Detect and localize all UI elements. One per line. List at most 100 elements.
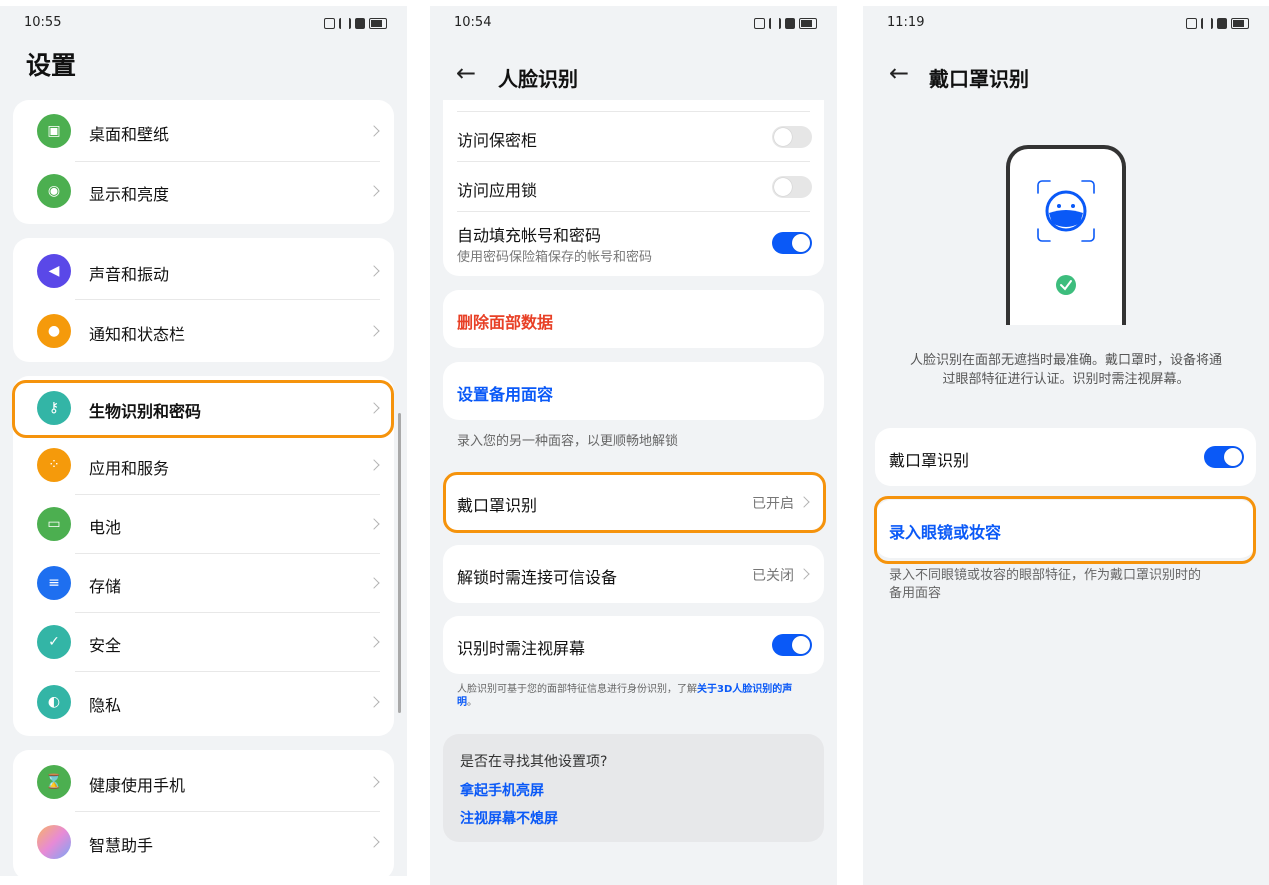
- mask-description: 人脸识别在面部无遮挡时最准确。戴口罩时，设备将通 过眼部特征进行认证。识别时需注…: [883, 351, 1249, 389]
- status-icons: [754, 18, 817, 29]
- status-time: 10:55: [24, 15, 62, 30]
- settings-item-display[interactable]: ◉ 显示和亮度: [13, 162, 394, 224]
- settings-item-digital-balance[interactable]: ⌛ 健康使用手机: [13, 750, 394, 812]
- settings-item-label: 健康使用手机: [89, 776, 186, 795]
- gaze-required-row[interactable]: 识别时需注视屏幕: [443, 616, 824, 674]
- highlight-mask-recognition: [443, 472, 826, 533]
- settings-item-sound[interactable]: ◀ 声音和振动: [13, 238, 394, 300]
- trusted-device-value: 已关闭: [752, 568, 794, 584]
- chevron-right-icon: [368, 518, 380, 530]
- settings-item-label: 智慧助手: [89, 836, 154, 855]
- nfc-icon: [754, 18, 765, 29]
- storage-icon: ≡: [37, 566, 71, 600]
- chevron-right-icon: [368, 265, 380, 277]
- settings-item-label: 通知和状态栏: [89, 325, 186, 344]
- chevron-right-icon: [368, 696, 380, 708]
- battery-icon: ▭: [37, 507, 71, 541]
- chevron-right-icon: [368, 459, 380, 471]
- settings-item-label: 应用和服务: [89, 459, 170, 478]
- set-backup-face-button[interactable]: 设置备用面容: [457, 381, 553, 405]
- applock-access-row[interactable]: 访问应用锁: [443, 162, 824, 212]
- chevron-right-icon: [368, 636, 380, 648]
- enroll-note-line: 备用面容: [889, 586, 942, 601]
- settings-item-label: 隐私: [89, 696, 122, 715]
- backup-face-card[interactable]: 设置备用面容: [443, 362, 824, 420]
- phone-illustration: [1006, 145, 1126, 325]
- chevron-right-icon: [368, 125, 380, 137]
- settings-item-label: 电池: [89, 518, 122, 537]
- status-bar: 10:55: [24, 15, 387, 35]
- settings-group-4: ⌛ 健康使用手机 智慧助手: [13, 750, 394, 876]
- apps-icon: ⁘: [37, 448, 71, 482]
- vault-access-label: 访问保密柜: [457, 131, 538, 150]
- page-title: 设置: [26, 51, 77, 80]
- mask-description-line: 人脸识别在面部无遮挡时最准确。戴口罩时，设备将通: [909, 353, 1222, 368]
- settings-item-battery[interactable]: ▭ 电池: [13, 495, 394, 554]
- shield-icon: ✓: [37, 625, 71, 659]
- assistant-icon: [37, 825, 71, 859]
- raise-to-wake-link[interactable]: 拿起手机亮屏: [460, 780, 544, 800]
- settings-group-2: ◀ 声音和振动 ● 通知和状态栏: [13, 238, 394, 362]
- back-arrow-icon[interactable]: ←: [456, 61, 476, 85]
- highlight-enroll-glasses: [874, 496, 1256, 564]
- vault-access-row[interactable]: 访问保密柜: [443, 112, 824, 162]
- highlight-biometrics: [12, 380, 394, 438]
- mask-description-line: 过眼部特征进行认证。识别时需注视屏幕。: [942, 372, 1190, 387]
- settings-item-security[interactable]: ✓ 安全: [13, 613, 394, 672]
- settings-item-wallpaper[interactable]: ▣ 桌面和壁纸: [13, 100, 394, 162]
- suggestions-card: 是否在寻找其他设置项? 拿起手机亮屏 注视屏幕不熄屏: [443, 734, 824, 842]
- face-recognition-screen: 10:54 ← 人脸识别 访问保密柜 访问应用锁 自动填充帐号和密码 使用密码保…: [430, 6, 837, 885]
- hint-end: 。: [467, 697, 477, 708]
- bell-icon: ●: [37, 314, 71, 348]
- vibrate-icon: [769, 18, 781, 29]
- battery-status-icon: [799, 18, 817, 29]
- sim-icon: [1217, 18, 1227, 29]
- settings-item-notifications[interactable]: ● 通知和状态栏: [13, 300, 394, 362]
- autofill-sub: 使用密码保险箱保存的帐号和密码: [457, 250, 653, 265]
- chevron-right-icon: [368, 836, 380, 848]
- mask-toggle-row[interactable]: 戴口罩识别: [875, 428, 1256, 486]
- settings-item-privacy[interactable]: ◐ 隐私: [13, 672, 394, 736]
- privacy-icon: ◐: [37, 685, 71, 719]
- status-icons: [1186, 18, 1249, 29]
- settings-screen: 10:55 设置 ▣ 桌面和壁纸 ◉ 显示和亮度 ◀ 声音和振动 ● 通知和状态…: [0, 6, 407, 876]
- scrollbar[interactable]: [398, 413, 401, 713]
- vault-access-toggle[interactable]: [772, 126, 812, 148]
- vibrate-icon: [339, 18, 351, 29]
- eye-icon: ◉: [37, 174, 71, 208]
- nfc-icon: [1186, 18, 1197, 29]
- mask-toggle-label: 戴口罩识别: [889, 451, 970, 470]
- mask-recognition-toggle[interactable]: [1204, 446, 1244, 468]
- autofill-toggle[interactable]: [772, 232, 812, 254]
- applock-access-label: 访问应用锁: [457, 181, 538, 200]
- gaze-required-toggle[interactable]: [772, 634, 812, 656]
- trusted-device-row[interactable]: 解锁时需连接可信设备 已关闭: [443, 545, 824, 603]
- delete-face-card[interactable]: 删除面部数据: [443, 290, 824, 348]
- delete-face-data-button[interactable]: 删除面部数据: [457, 309, 553, 333]
- hourglass-icon: ⌛: [37, 765, 71, 799]
- hint-text: 人脸识别可基于您的面部特征信息进行身份识别，了解: [457, 684, 697, 695]
- enroll-note-line: 录入不同眼镜或妆容的眼部特征，作为戴口罩识别时的: [889, 568, 1202, 583]
- autofill-label: 自动填充帐号和密码: [457, 226, 602, 245]
- masked-face-icon: [1037, 180, 1095, 295]
- autofill-row[interactable]: 自动填充帐号和密码 使用密码保险箱保存的帐号和密码: [443, 212, 824, 276]
- settings-group-1: ▣ 桌面和壁纸 ◉ 显示和亮度: [13, 100, 394, 224]
- status-time: 11:19: [887, 15, 925, 30]
- page-title: 人脸识别: [498, 67, 578, 91]
- settings-item-storage[interactable]: ≡ 存储: [13, 554, 394, 613]
- chevron-right-icon: [368, 185, 380, 197]
- card-top-edge: [443, 100, 824, 112]
- applock-access-toggle[interactable]: [772, 176, 812, 198]
- settings-item-label: 安全: [89, 636, 122, 655]
- settings-item-label: 显示和亮度: [89, 185, 170, 204]
- status-bar: 10:54: [454, 15, 817, 35]
- status-time: 10:54: [454, 15, 492, 30]
- back-arrow-icon[interactable]: ←: [889, 61, 909, 85]
- backup-face-note: 录入您的另一种面容，以更顺畅地解锁: [457, 434, 679, 449]
- chevron-right-icon: [368, 776, 380, 788]
- settings-item-assistant[interactable]: 智慧助手: [13, 812, 394, 874]
- gaze-keep-screen-on-link[interactable]: 注视屏幕不熄屏: [460, 808, 558, 828]
- settings-item-apps[interactable]: ⁘ 应用和服务: [13, 436, 394, 495]
- battery-status-icon: [369, 18, 387, 29]
- chevron-right-icon: [368, 577, 380, 589]
